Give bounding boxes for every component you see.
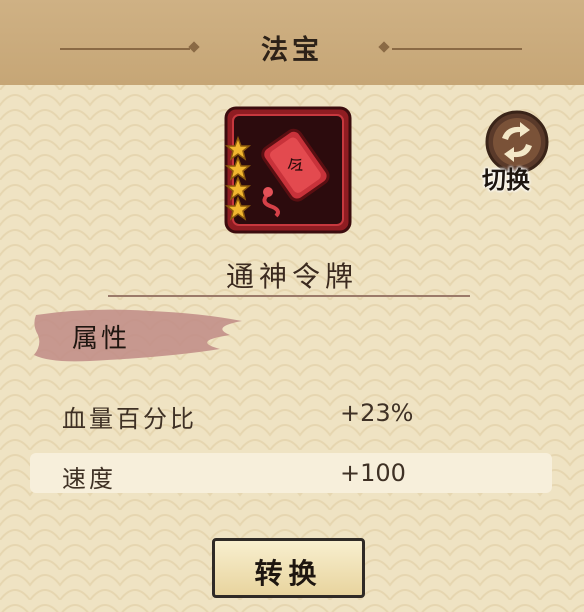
attribute-label: 血量百分比 (62, 405, 197, 433)
attribute-value: +100 (340, 459, 406, 487)
item-name: 通神令牌 (225, 260, 358, 293)
convert-button[interactable]: 转换 (212, 538, 365, 598)
header-bar: 法宝 (0, 0, 584, 85)
attribute-tab-label: 属性 (72, 324, 131, 354)
attribute-value: +23% (340, 399, 414, 427)
panel-title: 法宝 (261, 35, 323, 66)
item-name-divider (108, 295, 470, 297)
convert-button-label: 转换 (254, 557, 323, 590)
attribute-row-speed: 速度 +100 (30, 453, 552, 493)
attribute-label: 速度 (62, 465, 116, 493)
attribute-row-hp-percent: 血量百分比 +23% (30, 393, 552, 433)
token-plaque-icon[interactable]: 令 (224, 106, 352, 234)
swap-label[interactable]: 切换 (482, 160, 530, 195)
attribute-tab-brushstroke (34, 309, 242, 362)
treasure-panel: 法宝 令 切换 通神令牌 属性 血量百分比 +23% 速度 +100 转换 (0, 0, 584, 612)
